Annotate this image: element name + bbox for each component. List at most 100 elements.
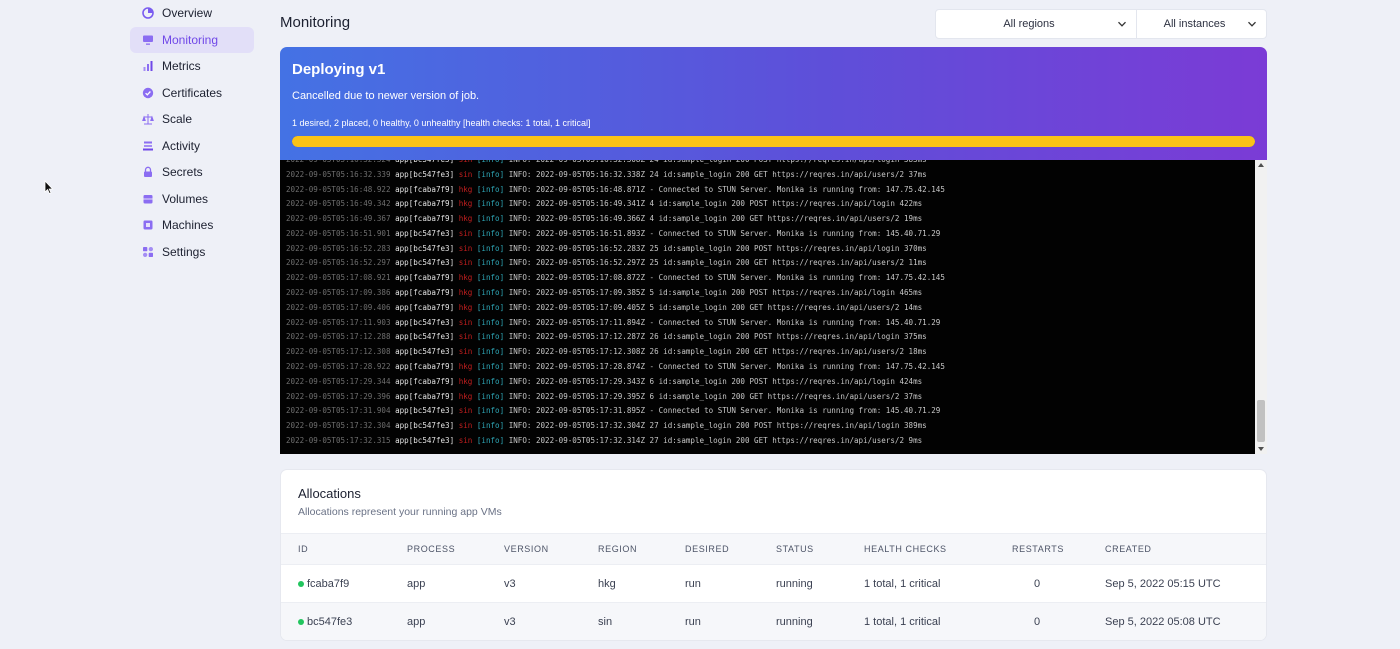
log-region: sin [458,421,473,431]
log-level: [info] [476,421,505,431]
log-app: app[bc547fe3] [395,169,455,179]
allocation-id[interactable]: bc547fe3 [298,603,353,640]
log-message: INFO: 2022-09-05T05:16:32.338Z 24 id:sam… [508,169,927,179]
deployment-progress-fill [292,136,1255,147]
chevron-down-icon [1248,21,1256,27]
allocation-created: Sep 5, 2022 05:08 UTC [1105,616,1221,628]
log-app: app[fcaba7f9] [395,288,455,298]
log-app: app[fcaba7f9] [395,273,455,283]
sidebar-item-volumes[interactable]: Volumes [130,186,254,213]
page-title: Monitoring [280,14,351,31]
log-region: sin [459,160,473,164]
log-timestamp: 2022-09-05T05:17:09.406 [286,302,391,312]
allocation-desired: run [685,577,701,590]
log-message: INFO: 2022-09-05T05:17:29.395Z 6 id:samp… [508,391,923,401]
status-dot-icon [298,580,304,587]
allocation-id[interactable]: fcaba7f9 [298,565,349,602]
log-message: INFO: 2022-09-05T05:16:32.308Z 24 id:sam… [509,160,927,164]
log-app: app[bc547fe3] [395,258,455,268]
log-app: app[fcaba7f9] [395,214,455,224]
grid-icon [140,244,156,260]
allocation-health-checks: 1 total, 1 critical [864,577,941,590]
sidebar-item-activity[interactable]: Activity [130,133,254,160]
log-message: INFO: 2022-09-05T05:17:09.405Z 5 id:samp… [508,302,923,312]
cpu-icon [140,217,156,233]
log-level: [info] [476,258,505,268]
column-header: RESTARTS [1012,544,1064,554]
instance-select[interactable]: All instances [1136,9,1267,39]
allocation-created: Sep 5, 2022 05:15 UTC [1105,577,1221,590]
log-app: app[fcaba7f9] [395,302,455,312]
scale-icon [140,111,156,127]
sidebar-item-secrets[interactable]: Secrets [130,159,254,186]
sidebar-item-machines[interactable]: Machines [130,212,254,239]
log-app: app[fcaba7f9] [395,361,455,371]
allocations-title: Allocations [298,486,361,501]
log-app: app[fcaba7f9] [395,376,455,386]
log-message: INFO: 2022-09-05T05:16:52.283Z 25 id:sam… [508,243,927,253]
log-message: INFO: 2022-09-05T05:17:31.895Z - Connect… [508,406,941,416]
log-level: [info] [476,406,505,416]
log-region: sin [458,317,473,327]
sidebar-item-scale[interactable]: Scale [130,106,254,133]
log-timestamp: 2022-09-05T05:16:49.367 [286,214,391,224]
allocation-restarts: 0 [1033,616,1041,628]
sidebar-item-settings[interactable]: Settings [130,239,254,266]
log-region: hkg [458,184,473,194]
deployment-message: Cancelled due to newer version of job. [292,90,480,102]
log-level: [info] [476,376,505,386]
log-timestamp: 2022-09-05T05:16:52.297 [286,258,391,268]
scroll-down-icon[interactable] [1258,447,1264,451]
allocation-status: running [776,616,813,628]
log-level: [info] [476,199,505,209]
log-message: INFO: 2022-09-05T05:17:29.343Z 6 id:samp… [508,376,923,386]
log-timestamp: 2022-09-05T05:17:32.304 [286,421,391,431]
log-region: hkg [458,302,473,312]
allocation-region: hkg [598,577,616,590]
log-region: sin [458,347,473,357]
log-line: 2022-09-05T05:16:49.367 app[fcaba7f9] hk… [286,212,1253,227]
sidebar-item-monitoring[interactable]: Monitoring [130,26,254,53]
chart-pie-icon [140,5,156,21]
log-app: app[fcaba7f9] [395,199,455,209]
log-region: sin [458,406,473,416]
log-message: INFO: 2022-09-05T05:17:11.894Z - Connect… [508,317,941,327]
log-timestamp: 2022-09-05T05:17:29.396 [286,391,391,401]
log-scrollbar[interactable] [1255,160,1267,454]
log-app: app[bc547fe3] [395,406,455,416]
allocation-id-text: bc547fe3 [307,616,353,628]
log-message: INFO: 2022-09-05T05:16:49.366Z 4 id:samp… [508,214,923,224]
log-level: [info] [476,332,505,342]
allocation-version: v3 [504,616,516,628]
log-app: app[bc547fe3] [395,317,455,327]
scroll-thumb[interactable] [1257,400,1265,442]
log-line: 2022-09-05T05:17:09.406 app[fcaba7f9] hk… [286,301,1253,316]
log-timestamp: 2022-09-05T05:17:11.903 [286,317,391,327]
log-message: INFO: 2022-09-05T05:17:32.314Z 27 id:sam… [508,435,923,445]
log-level: [info] [476,169,505,179]
log-timestamp: 2022-09-05T05:17:12.308 [286,347,391,357]
sidebar-item-metrics[interactable]: Metrics [130,53,254,80]
allocation-version: v3 [504,577,516,590]
allocation-health-checks: 1 total, 1 critical [864,616,941,628]
log-app: app[bc547fe3] [395,435,455,445]
region-select[interactable]: All regions [935,9,1137,39]
log-timestamp: 2022-09-05T05:17:08.921 [286,273,391,283]
allocation-process: app [407,616,426,628]
badge-check-icon [140,85,156,101]
log-level: [info] [477,160,504,164]
table-row[interactable]: fcaba7f9 app v3 hkg run running 1 total,… [281,565,1266,603]
table-row[interactable]: bc547fe3 app v3 sin run running 1 total,… [281,603,1266,640]
scroll-up-icon[interactable] [1258,163,1264,167]
log-message: INFO: 2022-09-05T05:17:32.304Z 27 id:sam… [508,421,927,431]
allocations-card: Allocations Allocations represent your r… [280,469,1267,641]
log-level: [info] [476,243,505,253]
log-app: app[fcaba7f9] [395,184,455,194]
log-console[interactable]: 2022-09-05T05:16:32.324 app[bc547fe3] si… [280,160,1267,454]
bar-chart-icon [140,58,156,74]
sidebar-item-overview[interactable]: Overview [130,0,254,27]
log-timestamp: 2022-09-05T05:17:31.904 [286,406,391,416]
sidebar-item-certificates[interactable]: Certificates [130,80,254,107]
chevron-down-icon [1118,21,1126,27]
mouse-cursor-icon [44,179,54,200]
